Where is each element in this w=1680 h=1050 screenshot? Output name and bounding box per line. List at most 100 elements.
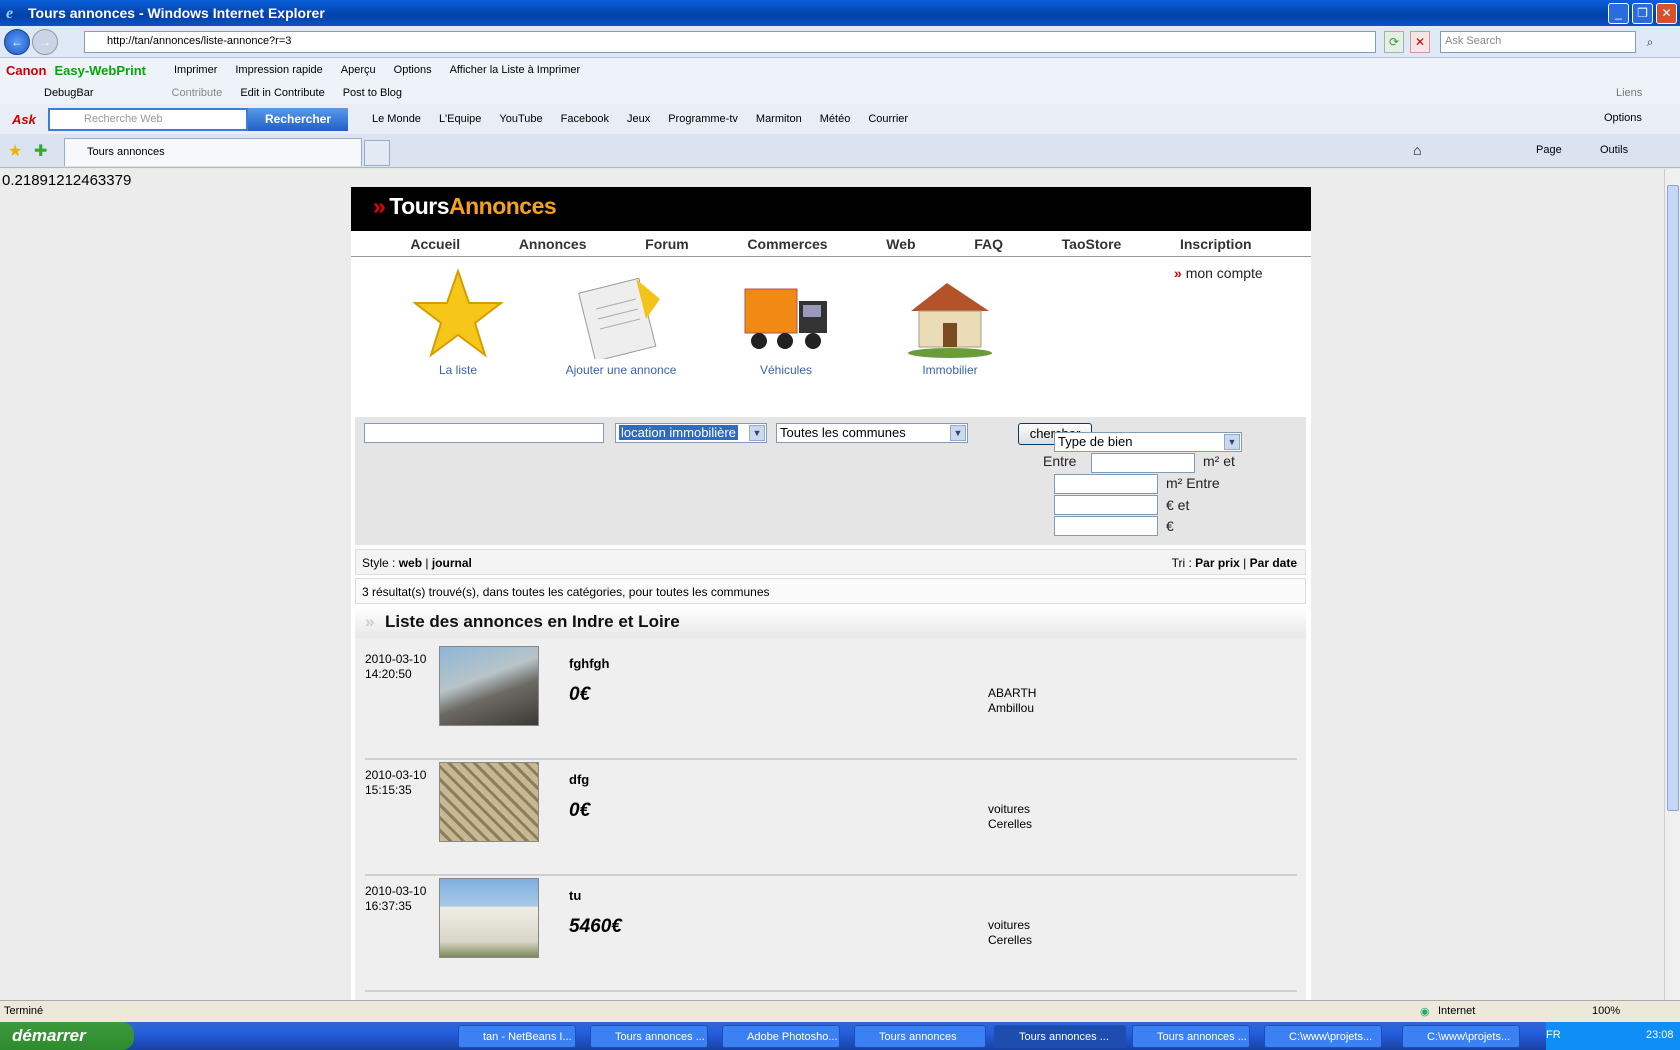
site-logo[interactable]: » ToursAnnonces (373, 193, 557, 220)
sort-price-link[interactable]: Par prix (1195, 556, 1240, 570)
nav-inscription[interactable]: Inscription (1180, 231, 1252, 256)
style-journal-link[interactable]: journal (432, 556, 472, 570)
category-vehicules[interactable]: Véhicules (711, 269, 861, 377)
refresh-icon[interactable]: ⟳ (1384, 31, 1404, 53)
search-filters: location immobilière ▼ Toutes les commune… (355, 417, 1306, 545)
link-jeux[interactable]: Jeux (627, 113, 650, 125)
scrollbar-thumb[interactable] (1667, 185, 1679, 811)
url-field[interactable]: http://tan/annonces/liste-annonce?r=3 (84, 31, 1376, 53)
task-tours-annonces-3[interactable]: Tours annonces ... (994, 1025, 1126, 1048)
annonce-list: 2010-03-10 14:20:50 fghfgh 0€ ABARTH Ambil… (355, 638, 1306, 1006)
tools-menu[interactable]: Outils (1600, 144, 1628, 156)
print-list-button[interactable]: Afficher la Liste à Imprimer (450, 64, 581, 76)
sort-date-link[interactable]: Par date (1250, 556, 1297, 570)
item-thumbnail[interactable] (439, 878, 539, 958)
link-meteo[interactable]: Météo (820, 113, 851, 125)
style-web-link[interactable]: web (399, 556, 422, 570)
toolbar-options-button[interactable]: Options (1604, 112, 1642, 124)
quick-print-button[interactable]: Impression rapide (235, 64, 322, 76)
item-date: 2010-03-10 15:15:35 (365, 768, 427, 797)
nav-web[interactable]: Web (886, 231, 915, 256)
price-min-input[interactable] (1054, 495, 1158, 515)
language-indicator[interactable]: FR (1546, 1029, 1561, 1041)
links-label[interactable]: Liens (1616, 87, 1642, 99)
chevron-right-icon: » (365, 612, 375, 631)
close-button[interactable]: ✕ (1656, 3, 1677, 24)
stop-icon[interactable]: ✕ (1410, 31, 1430, 53)
page-menu[interactable]: Page (1536, 144, 1562, 156)
post-to-blog-button[interactable]: Post to Blog (343, 87, 402, 99)
nav-taostore[interactable]: TaoStore (1062, 231, 1122, 256)
tri-label: Tri : (1171, 556, 1196, 570)
zoom-level[interactable]: 100% (1592, 1005, 1620, 1017)
mon-compte-link[interactable]: » mon compte (1174, 265, 1263, 281)
search-icon[interactable]: ⌕ (1640, 31, 1660, 53)
list-item[interactable]: 2010-03-10 14:20:50 fghfgh 0€ ABARTH Ambil… (365, 644, 1297, 760)
type-de-bien-select[interactable]: Type de bien ▼ (1054, 432, 1242, 452)
ask-search-input[interactable]: Recherche Web (48, 108, 248, 131)
nav-accueil[interactable]: Accueil (410, 231, 460, 256)
link-youtube[interactable]: YouTube (499, 113, 542, 125)
task-tours-annonces-4[interactable]: Tours annonces ... (1132, 1025, 1250, 1048)
easy-webprint-menu[interactable]: Easy-WebPrint (54, 63, 146, 78)
m2-et-label: m² et (1203, 453, 1235, 469)
results-summary: 3 résultat(s) trouvé(s), dans toutes les… (355, 578, 1306, 604)
commune-select[interactable]: Toutes les communes ▼ (776, 423, 968, 443)
surface-max-input[interactable] (1054, 474, 1158, 494)
task-tours-annonces-1[interactable]: Tours annonces ... (590, 1025, 708, 1048)
list-item[interactable]: 2010-03-10 16:37:35 tu 5460€ voitures Cere… (365, 876, 1297, 992)
options-button[interactable]: Options (394, 64, 432, 76)
nav-commerces[interactable]: Commerces (747, 231, 827, 256)
minimize-button[interactable]: _ (1608, 3, 1629, 24)
category-immobilier[interactable]: Immobilier (875, 269, 1025, 377)
category-select[interactable]: location immobilière ▼ (615, 423, 767, 443)
add-favorite-icon[interactable]: ✚ (34, 141, 47, 161)
back-button[interactable]: ← (4, 29, 30, 55)
truck-icon (741, 269, 831, 359)
item-title[interactable]: fghfgh (569, 656, 609, 671)
task-explorer-2[interactable]: C:\www\projets... (1402, 1025, 1520, 1048)
nav-faq[interactable]: FAQ (974, 231, 1003, 256)
price-max-input[interactable] (1054, 516, 1158, 536)
nav-annonces[interactable]: Annonces (519, 231, 587, 256)
task-photoshop[interactable]: Adobe Photosho... (722, 1025, 840, 1048)
item-title[interactable]: dfg (569, 772, 589, 787)
print-button[interactable]: Imprimer (174, 64, 217, 76)
task-explorer-1[interactable]: C:\www\projets... (1264, 1025, 1382, 1048)
new-tab-button[interactable] (364, 140, 390, 166)
link-lequipe[interactable]: L'Equipe (439, 113, 481, 125)
search-input[interactable]: Ask Search (1440, 31, 1636, 53)
preview-button[interactable]: Aperçu (341, 64, 376, 76)
link-courrier[interactable]: Courrier (868, 113, 908, 125)
item-title[interactable]: tu (569, 888, 581, 903)
contribute-button[interactable]: Contribute (172, 87, 223, 99)
clock[interactable]: 23:08 (1646, 1029, 1674, 1041)
category-la-liste[interactable]: La liste (383, 267, 533, 377)
task-netbeans[interactable]: tan - NetBeans I... (458, 1025, 576, 1048)
item-thumbnail[interactable] (439, 762, 539, 842)
link-facebook[interactable]: Facebook (561, 113, 609, 125)
link-programme-tv[interactable]: Programme-tv (668, 113, 738, 125)
surface-min-input[interactable] (1091, 453, 1195, 473)
item-location: voitures Cerelles (988, 802, 1033, 831)
nav-forum[interactable]: Forum (645, 231, 689, 256)
link-marmiton[interactable]: Marmiton (756, 113, 802, 125)
start-button[interactable]: démarrer (0, 1022, 134, 1050)
home-icon[interactable]: ⌂ (1413, 142, 1421, 158)
vertical-scrollbar[interactable] (1664, 169, 1680, 1006)
keyword-input[interactable] (364, 423, 604, 443)
ask-search-button[interactable]: Rechercher (248, 108, 348, 131)
item-thumbnail[interactable] (439, 646, 539, 726)
forward-button[interactable]: → (32, 29, 58, 55)
chevron-down-icon: ▼ (1224, 434, 1240, 450)
task-tours-annonces-2[interactable]: Tours annonces (854, 1025, 986, 1048)
link-le-monde[interactable]: Le Monde (372, 113, 421, 125)
favorites-star-icon[interactable]: ★ (8, 141, 22, 161)
list-item[interactable]: 2010-03-10 15:15:35 dfg 0€ voitures Cerell… (365, 760, 1297, 876)
ie-icon: e (6, 5, 14, 22)
category-ajouter-annonce[interactable]: Ajouter une annonce (546, 269, 696, 377)
maximize-button[interactable]: ❐ (1632, 3, 1653, 24)
debugbar-button[interactable]: DebugBar (44, 87, 94, 99)
tab-tours-annonces[interactable]: Tours annonces (64, 138, 362, 166)
edit-in-contribute-button[interactable]: Edit in Contribute (240, 87, 324, 99)
